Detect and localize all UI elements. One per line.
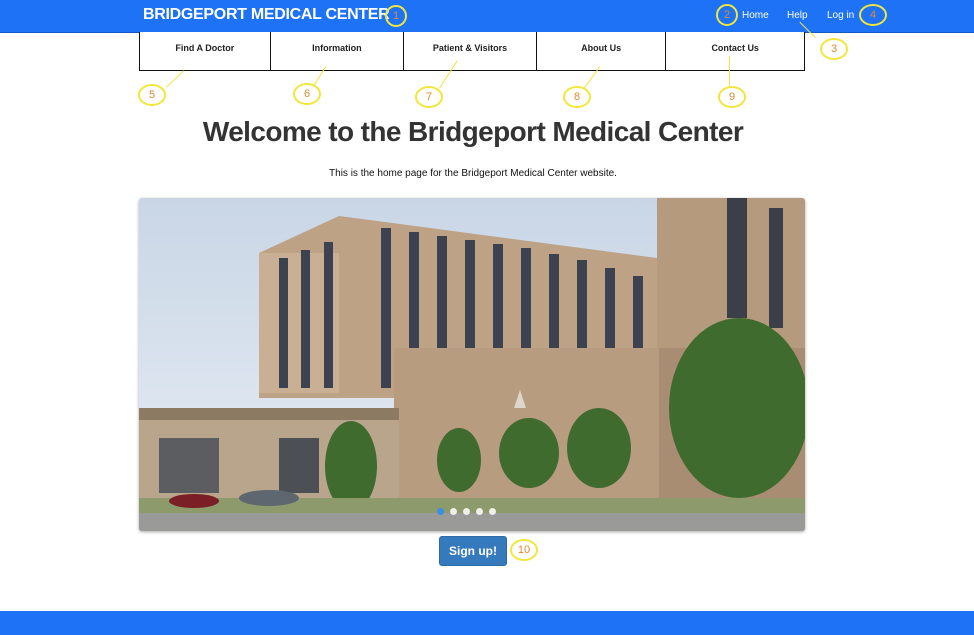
carousel-indicator-5[interactable] xyxy=(489,508,496,515)
page-title: Welcome to the Bridgeport Medical Center xyxy=(202,116,744,147)
callout-leader xyxy=(166,70,184,88)
menu-item-patient-visitors[interactable]: Patient & Visitors xyxy=(404,32,537,70)
callout-8: 8 xyxy=(563,86,591,108)
carousel-indicator-4[interactable] xyxy=(476,508,483,515)
callout-1: 1 xyxy=(385,5,407,27)
page-subtitle: This is the home page for the Bridgeport… xyxy=(329,168,617,179)
home-link[interactable]: Home xyxy=(742,10,769,21)
callout-leader xyxy=(729,56,730,88)
callout-9: 9 xyxy=(718,86,746,108)
carousel-indicators xyxy=(437,508,496,515)
callout-4: 4 xyxy=(859,4,887,26)
callout-6: 6 xyxy=(293,83,321,105)
signup-button[interactable]: Sign up! xyxy=(439,536,507,566)
login-link[interactable]: Log in xyxy=(827,10,854,21)
callout-10: 10 xyxy=(510,539,538,561)
menu-item-about-us[interactable]: About Us xyxy=(537,32,667,70)
carousel-indicator-1[interactable] xyxy=(437,508,444,515)
image-carousel[interactable] xyxy=(139,198,805,531)
carousel-indicator-2[interactable] xyxy=(450,508,457,515)
menu-item-find-a-doctor[interactable]: Find A Doctor xyxy=(140,32,271,70)
callout-3: 3 xyxy=(820,38,848,60)
main-menu: Find A Doctor Information Patient & Visi… xyxy=(139,32,805,71)
menu-item-contact-us[interactable]: Contact Us xyxy=(666,32,804,70)
callout-7: 7 xyxy=(415,86,443,108)
hospital-building-image xyxy=(139,198,805,531)
top-navbar: BRIDGEPORT MEDICAL CENTER Home Help Log … xyxy=(0,0,974,33)
brand-link[interactable]: BRIDGEPORT MEDICAL CENTER xyxy=(143,6,390,24)
help-link[interactable]: Help xyxy=(787,10,808,21)
callout-2: 2 xyxy=(716,4,738,26)
menu-item-information[interactable]: Information xyxy=(271,32,405,70)
carousel-indicator-3[interactable] xyxy=(463,508,470,515)
footer-bar xyxy=(0,611,974,635)
callout-5: 5 xyxy=(138,84,166,106)
